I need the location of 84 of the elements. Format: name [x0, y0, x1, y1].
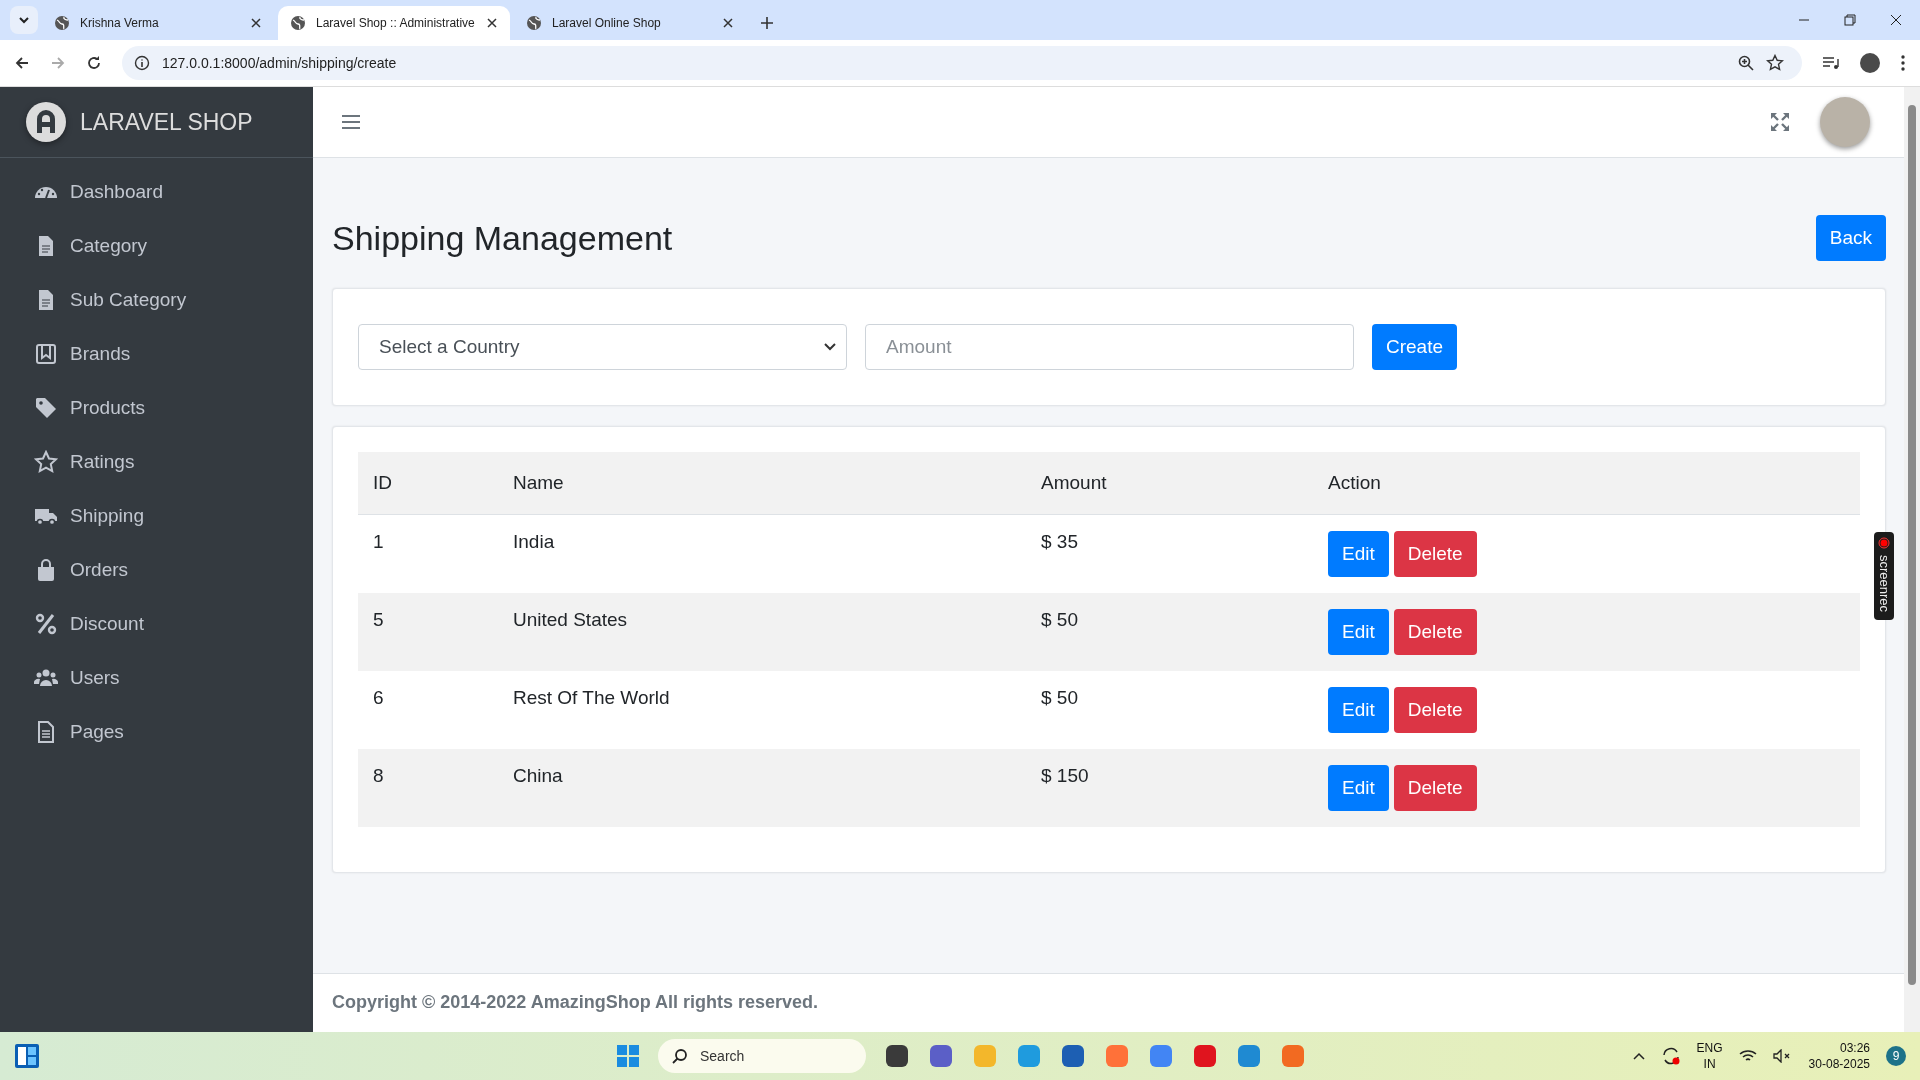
percent-icon — [34, 612, 58, 636]
reload-icon[interactable] — [86, 55, 102, 71]
expand-icon[interactable] — [1770, 112, 1790, 132]
widgets-icon[interactable] — [14, 1043, 40, 1069]
table-cell: United States — [498, 593, 1026, 671]
menu-icon[interactable] — [1900, 54, 1906, 72]
column-header: ID — [358, 452, 498, 515]
column-header: Amount — [1026, 452, 1313, 515]
sidebar-item[interactable]: Sub Category — [0, 273, 313, 327]
edit-button[interactable]: Edit — [1328, 531, 1389, 577]
globe-icon — [54, 15, 70, 31]
table-cell: $ 50 — [1026, 671, 1313, 749]
sidebar-item[interactable]: Brands — [0, 327, 313, 381]
sidebar-item[interactable]: Shipping — [0, 489, 313, 543]
footer-text: Copyright © 2014-2022 AmazingShop All rights reserved. — [313, 973, 1904, 1032]
media-icon[interactable] — [1822, 55, 1840, 71]
logo-icon — [26, 102, 66, 142]
tab-list-button[interactable] — [10, 6, 38, 34]
clock[interactable]: 03:26 30-08-2025 — [1808, 1040, 1870, 1072]
globe-icon — [290, 15, 306, 31]
address-bar[interactable]: 127.0.0.1:8000/admin/shipping/create — [122, 46, 1802, 80]
table-cell: 8 — [358, 749, 498, 827]
back-icon[interactable] — [14, 55, 30, 71]
scrollbar[interactable] — [1904, 87, 1920, 1032]
back-button[interactable]: Back — [1815, 215, 1886, 261]
delete-button[interactable]: Delete — [1393, 765, 1477, 811]
chevron-up-icon[interactable] — [1632, 1052, 1645, 1060]
edit-button[interactable]: Edit — [1328, 609, 1389, 655]
info-icon — [134, 55, 150, 71]
delete-button[interactable]: Delete — [1393, 531, 1477, 577]
table-cell: 5 — [358, 593, 498, 671]
brand-name: LARAVEL SHOP — [80, 108, 253, 136]
wifi-icon[interactable] — [1738, 1049, 1757, 1063]
taskbar-search[interactable]: Search — [658, 1039, 866, 1073]
table-cell: $ 50 — [1026, 593, 1313, 671]
edit-button[interactable]: Edit — [1328, 765, 1389, 811]
sidebar-item[interactable]: Orders — [0, 543, 313, 597]
edit-button[interactable]: Edit — [1328, 687, 1389, 733]
sidebar-item[interactable]: Category — [0, 219, 313, 273]
create-button[interactable]: Create — [1372, 324, 1458, 370]
close-icon[interactable] — [486, 17, 498, 29]
column-header: Name — [498, 452, 1026, 515]
table-cell: 1 — [358, 514, 498, 593]
page-title: Shipping Management — [332, 218, 673, 258]
delete-button[interactable]: Delete — [1393, 687, 1477, 733]
table-cell: India — [498, 514, 1026, 593]
table-cell: 6 — [358, 671, 498, 749]
sidebar-item[interactable]: Ratings — [0, 435, 313, 489]
bookmark-icon — [34, 342, 58, 366]
table-cell: $ 150 — [1026, 749, 1313, 827]
restore-icon[interactable] — [1844, 14, 1856, 26]
country-select[interactable]: Select a Country — [358, 324, 847, 370]
search-icon — [672, 1048, 688, 1064]
record-icon — [1878, 537, 1890, 549]
new-tab-icon[interactable] — [760, 16, 774, 30]
language-indicator[interactable]: ENG IN — [1696, 1040, 1723, 1072]
browser-tab[interactable]: Krishna Verma — [42, 6, 274, 40]
notification-badge[interactable]: 9 — [1886, 1046, 1906, 1066]
star-icon[interactable] — [1766, 54, 1784, 72]
sync-icon[interactable] — [1660, 1046, 1681, 1066]
close-icon[interactable] — [250, 17, 262, 29]
chevron-icon — [824, 343, 836, 351]
delete-button[interactable]: Delete — [1393, 609, 1477, 655]
amount-field[interactable]: Amount — [865, 324, 1354, 370]
star-icon — [34, 450, 58, 474]
sidebar-item[interactable]: Products — [0, 381, 313, 435]
table-cell: Rest Of The World — [498, 671, 1026, 749]
screen-recorder-tab[interactable]: screenrec — [1874, 532, 1894, 621]
profile-avatar[interactable] — [1860, 53, 1880, 73]
zoom-icon[interactable] — [1738, 55, 1754, 71]
globe-icon — [526, 15, 542, 31]
sidebar-item[interactable]: Discount — [0, 597, 313, 651]
close-icon[interactable] — [1890, 14, 1902, 26]
sidebar-item[interactable]: Users — [0, 651, 313, 705]
browser-tab[interactable]: Laravel Shop :: Administrative — [278, 6, 510, 40]
table-cell: $ 35 — [1026, 514, 1313, 593]
start-icon[interactable] — [616, 1044, 640, 1068]
table-cell: China — [498, 749, 1026, 827]
close-icon[interactable] — [722, 17, 734, 29]
tag-icon — [34, 396, 58, 420]
browser-tab[interactable]: Laravel Online Shop — [514, 6, 746, 40]
column-header: Action — [1313, 452, 1860, 515]
sidebar-item[interactable]: Pages — [0, 705, 313, 759]
sidebar-item[interactable]: Dashboard — [0, 165, 313, 219]
